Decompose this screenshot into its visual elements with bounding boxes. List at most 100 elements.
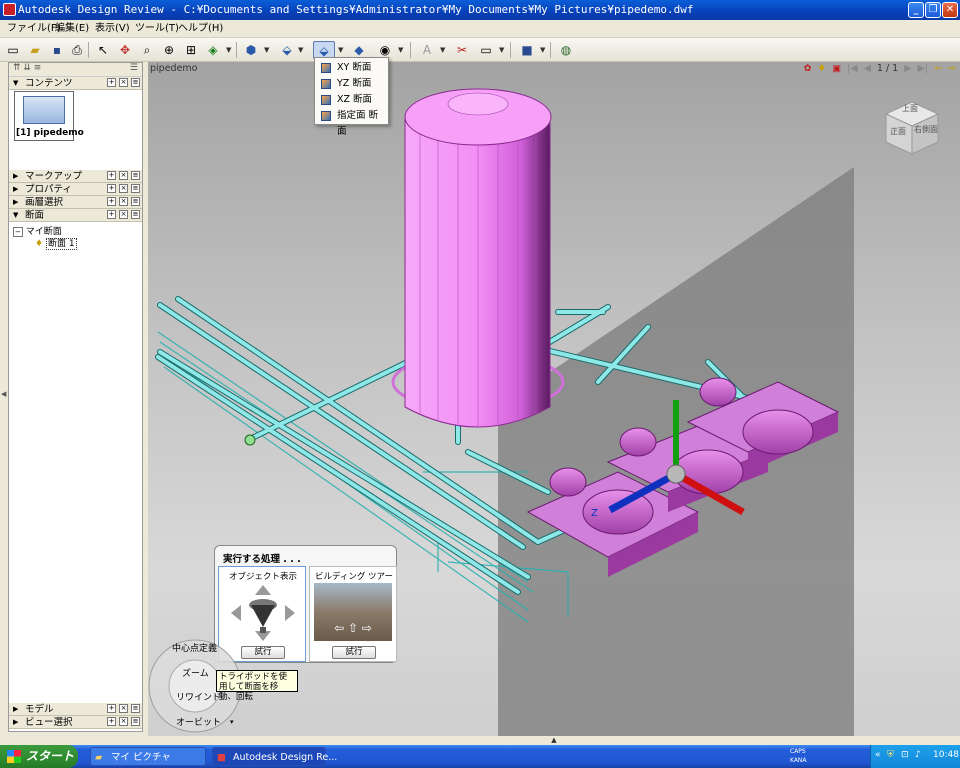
new-icon[interactable]: ▭	[4, 41, 22, 59]
taskbar: スタート ▰ マイ ピクチャ ■ Autodesk Design Re... C…	[0, 745, 960, 768]
select-icon[interactable]: ↖	[94, 41, 112, 59]
building-tour-image: ⇦ ⇧ ⇨	[314, 583, 392, 641]
task-design-review[interactable]: ■ Autodesk Design Re...	[212, 747, 337, 766]
security-icon[interactable]: ⛨	[887, 750, 894, 760]
wheel-zoom[interactable]: ズーム	[182, 666, 209, 679]
back-icon[interactable]: ⇦	[934, 63, 942, 74]
menu-item-plane-section[interactable]: 指定面 断面	[317, 108, 387, 137]
expand-icon: ▶	[13, 198, 19, 206]
save-icon[interactable]: ▪	[48, 41, 66, 59]
section-cube-icon	[321, 95, 331, 105]
fit-icon[interactable]: ⊞	[182, 41, 200, 59]
viewcube-right[interactable]: 右側面	[914, 124, 938, 135]
expand-icon: ▶	[13, 185, 19, 193]
expand-icon: ▶	[13, 172, 19, 180]
view-cube-tool-icon[interactable]: ⬢	[242, 41, 260, 59]
palette-icon[interactable]: ✿	[804, 63, 812, 74]
building-tour-title: ビルディング ツアー	[314, 572, 394, 582]
object-view-try-button[interactable]: 試行	[241, 646, 285, 659]
open-icon[interactable]: ▰	[26, 41, 44, 59]
chevron-down-icon[interactable]: ▼	[264, 46, 269, 54]
minimize-button[interactable]: _	[908, 2, 924, 18]
tank-body	[404, 116, 551, 428]
tray-expand-icon[interactable]: «	[875, 750, 881, 760]
clock[interactable]: 10:48	[933, 750, 959, 760]
wheel-orbit[interactable]: オービット	[176, 715, 221, 728]
chevron-down-icon[interactable]: ▼	[338, 46, 343, 54]
menu-item-yz-section[interactable]: YZ 断面	[317, 76, 387, 92]
zoom-icon[interactable]: ⊕	[160, 41, 178, 59]
wheel-rewind[interactable]: リワインド	[176, 690, 221, 703]
tooltip: トライポッドを使用して断面を移動、回転	[216, 670, 298, 702]
expand-icon: ▶	[13, 718, 19, 726]
chevron-down-icon[interactable]: ▼	[499, 46, 504, 54]
panel-collapse-icon[interactable]: ⇈ ⇊ ≡	[13, 63, 41, 73]
wheel-menu-icon[interactable]: ▾	[230, 718, 234, 726]
print-icon[interactable]: ⎙	[68, 41, 86, 59]
bulb-icon: ♦	[35, 239, 44, 249]
folder-icon: ▰	[95, 752, 103, 763]
panel-splitter-arrow[interactable]: ◀	[1, 390, 6, 398]
views-header[interactable]: ▶ ビュー選択 + × ≡	[9, 716, 142, 729]
chevron-down-icon[interactable]: ▼	[440, 46, 445, 54]
web-icon[interactable]: ◍	[557, 41, 575, 59]
main-toolbar: ▭ ▰ ▪ ⎙ ↖ ✥ ⌕ ⊕ ⊞ ◈ ▼ ⬢ ▼ ⬙ ▼ ⬙ ▼ ◆ ◉ ▼ …	[0, 38, 960, 62]
stop-icon[interactable]: ▣	[832, 63, 841, 74]
layers-header[interactable]: ▶ 画層選択 + × ≡	[9, 196, 142, 209]
menu-edit[interactable]: 編集(E)	[51, 22, 93, 36]
properties-header[interactable]: ▶ プロパティ + × ≡	[9, 183, 142, 196]
page-navigation: ✿ ♦ ▣ |◀ ◀ 1 / 1 ▶ ▶| ⇦ ⇨	[804, 63, 956, 74]
network-icon[interactable]: ⊡	[901, 750, 909, 760]
object-view-icon	[231, 585, 295, 641]
model-icon[interactable]: ⬙	[278, 41, 296, 59]
menu-item-xz-section[interactable]: XZ 断面	[317, 92, 387, 108]
last-page-icon[interactable]: ▶|	[918, 63, 929, 74]
pan-icon[interactable]: ✥	[116, 41, 134, 59]
collapse-icon: ▼	[13, 79, 19, 87]
orbit-icon[interactable]: ◈	[204, 41, 222, 59]
chevron-down-icon[interactable]: ▼	[298, 46, 303, 54]
close-button[interactable]: ✕	[942, 2, 958, 18]
sections-header[interactable]: ▼ 断面 + × ≡	[9, 209, 142, 222]
display-icon[interactable]: ■	[518, 41, 536, 59]
measure-icon[interactable]: ▭	[477, 41, 495, 59]
menu-item-xy-section[interactable]: XY 断面	[317, 60, 387, 76]
viewcube-front[interactable]: 正面	[890, 126, 906, 137]
forward-icon[interactable]: ⇨	[948, 63, 956, 74]
panel-menu-icon[interactable]: ☰	[130, 63, 138, 73]
app-icon: ■	[217, 752, 226, 763]
zoom-rect-icon[interactable]: ⌕	[138, 41, 156, 59]
contents-header[interactable]: ▼ コンテンツ + × ≡	[9, 77, 142, 90]
bulb-icon[interactable]: ♦	[818, 63, 827, 74]
markup-header[interactable]: ▶ マークアップ + × ≡	[9, 170, 142, 183]
window-title-bar: Autodesk Design Review - C:¥Documents an…	[0, 0, 960, 20]
prev-page-icon[interactable]: ◀	[864, 63, 871, 74]
markup-icon[interactable]: ✂	[453, 41, 471, 59]
tree-item-section-1[interactable]: ♦ 断面 1	[35, 236, 77, 250]
task-my-pictures[interactable]: ▰ マイ ピクチャ	[90, 747, 206, 766]
model-header[interactable]: ▶ モデル + × ≡	[9, 703, 142, 716]
view-cube[interactable]: 上面 正面 右側面	[884, 100, 940, 156]
ime-indicator[interactable]: CAPS KANA	[790, 747, 807, 765]
collapse-icon: ▼	[13, 211, 19, 219]
start-button[interactable]: スタート	[0, 745, 78, 768]
chevron-down-icon[interactable]: ▼	[398, 46, 403, 54]
menu-help[interactable]: ヘルプ(H)	[174, 22, 227, 36]
first-page-icon[interactable]: |◀	[847, 63, 858, 74]
section-cube-icon	[321, 111, 331, 121]
viewcube-top[interactable]: 上面	[902, 103, 918, 114]
panel-toolbar: ⇈ ⇊ ≡ ☰	[9, 63, 142, 77]
wheel-center[interactable]: 中心点定義	[172, 641, 217, 654]
text-tool-icon[interactable]: A	[418, 41, 436, 59]
volume-icon[interactable]: ♪	[915, 750, 921, 760]
building-tour-try-button[interactable]: 試行	[332, 646, 376, 659]
restore-button[interactable]: ❐	[925, 2, 941, 18]
chevron-down-icon[interactable]: ▼	[226, 46, 231, 54]
expand-up-icon[interactable]: ▲	[551, 736, 556, 744]
chevron-down-icon[interactable]: ▼	[540, 46, 545, 54]
sheet-thumbnail[interactable]: [1] pipedemo	[14, 91, 84, 141]
system-tray: « ⛨ ⊡ ♪ 10:48	[870, 745, 960, 768]
building-tour-card[interactable]: ビルディング ツアー ⇦ ⇧ ⇨ 試行	[309, 566, 397, 662]
next-page-icon[interactable]: ▶	[904, 63, 911, 74]
menu-view[interactable]: 表示(V)	[91, 22, 134, 36]
